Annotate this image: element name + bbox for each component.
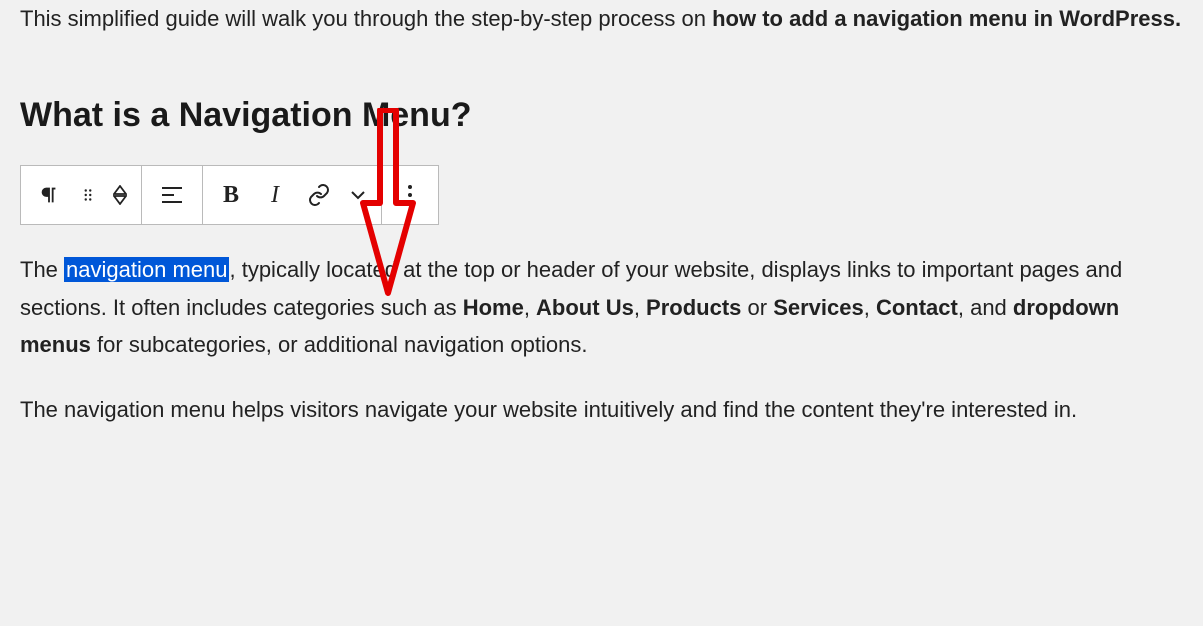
bold-button[interactable]: B: [209, 167, 253, 223]
p1-c4: ,: [864, 295, 876, 320]
italic-label: I: [271, 175, 279, 216]
p1-b4: Services: [773, 295, 864, 320]
more-rich-text-button[interactable]: [341, 167, 375, 223]
p1-c1: ,: [524, 295, 536, 320]
bold-label: B: [223, 175, 239, 216]
p1-b2: About Us: [536, 295, 634, 320]
block-toolbar: B I: [20, 165, 439, 225]
toolbar-group-block: [21, 166, 142, 224]
p1-t3: for subcategories, or additional navigat…: [91, 332, 588, 357]
p1-c3: or: [741, 295, 773, 320]
purpose-paragraph: The navigation menu helps visitors navig…: [20, 391, 1183, 428]
align-button[interactable]: [148, 167, 196, 223]
p1-t1: The: [20, 257, 64, 282]
toolbar-group-align: [142, 166, 203, 224]
toolbar-group-format: B I: [203, 166, 382, 224]
link-button[interactable]: [297, 167, 341, 223]
intro-text: This simplified guide will walk you thro…: [20, 6, 712, 31]
p1-c2: ,: [634, 295, 646, 320]
italic-button[interactable]: I: [253, 167, 297, 223]
toolbar-group-options: [382, 166, 438, 224]
drag-handle-icon[interactable]: [71, 167, 105, 223]
paragraph-block-icon[interactable]: [27, 167, 71, 223]
section-heading: What is a Navigation Menu?: [20, 87, 1183, 145]
p1-b1: Home: [463, 295, 524, 320]
p1-b5: Contact: [876, 295, 958, 320]
p1-b3: Products: [646, 295, 741, 320]
p1-c5: , and: [958, 295, 1013, 320]
intro-paragraph: This simplified guide will walk you thro…: [20, 0, 1183, 37]
definition-paragraph: The navigation menu, typically located a…: [20, 251, 1183, 363]
selected-text[interactable]: navigation menu: [64, 257, 229, 282]
intro-bold: how to add a navigation menu in WordPres…: [712, 6, 1181, 31]
move-up-down[interactable]: [105, 167, 135, 223]
options-button[interactable]: [388, 167, 432, 223]
